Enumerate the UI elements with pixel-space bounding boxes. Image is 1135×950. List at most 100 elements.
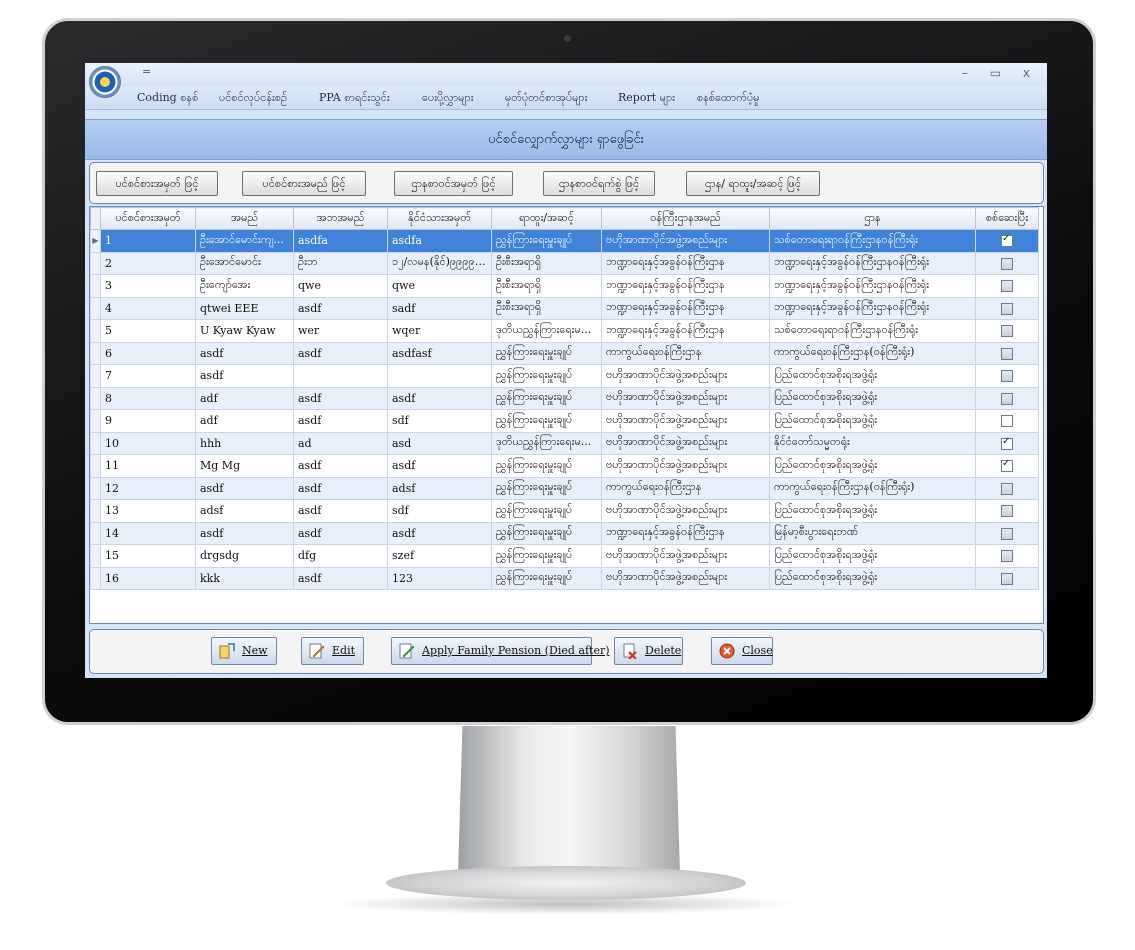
table-row[interactable]: 12 asdf asdf adsf ညွှန်ကြားရေးမှူးချုပ် ကာကွယ… [90,476,1039,500]
apply-family-pension-button[interactable]: Apply Family Pension (Died after) [391,637,610,665]
cell-rank[interactable]: ညွှန်ကြားရေးမှူးချုပ် [491,544,602,568]
cell-ministry[interactable]: ဗဟိုအာဏာပိုင်အဖွဲ့အစည်းများ [601,544,770,568]
cell-ministry[interactable]: ဗဟိုအာဏာပိုင်အဖွဲ့အစည်းများ [601,409,770,433]
cell-nrc[interactable]: szef [387,544,492,568]
applications-grid[interactable]: ပင်စင်စားအမှတ် အမည် အဘအမည် နိုင်ငံသားအမှ… [89,206,1044,624]
cell-father-name[interactable]: asdf [293,521,388,545]
cell-name[interactable]: ဦးအောင်မောင်းကျ... [195,229,294,253]
cell-name[interactable]: asdf [195,476,294,500]
checked-checkbox[interactable] [1001,280,1013,293]
cell-name[interactable]: U Kyaw Kyaw [195,319,294,343]
table-row[interactable]: 4 qtwei EEE asdf sadf ဦးစီးအရာရှိ ဘဏ္ဍာရေးနှင… [90,296,1039,320]
checked-checkbox[interactable] [1001,436,1013,450]
cell-pensioner-no[interactable]: 12 [100,476,196,500]
table-row[interactable]: 13 adsf asdf sdf ညွှန်ကြားရေးမှူးချုပ် ဗဟိုအာ… [90,499,1039,523]
menu-pension-process[interactable]: ပင်စင်လုပ်ငန်းစဉ် [219,91,287,107]
cell-pensioner-no[interactable]: 6 [100,341,196,365]
row-header[interactable] [90,409,101,433]
cell-pensioner-no[interactable]: 3 [100,274,196,298]
cell-name[interactable]: hhh [195,431,294,455]
cell-name[interactable]: drgsdg [195,544,294,568]
cell-nrc[interactable]: asdfa [387,229,492,253]
new-button[interactable]: New [211,637,277,665]
restore-button[interactable]: ▭ [990,66,1010,80]
cell-rank[interactable]: ညွှန်ကြားရေးမှူးချုပ် [491,341,602,365]
table-row[interactable]: 14 asdf asdf asdf ညွှန်ကြားရေးမှူးချုပ် ဘဏ္ဍာ… [90,521,1039,545]
cell-nrc[interactable]: adsf [387,476,492,500]
checked-checkbox[interactable] [1001,415,1013,428]
minimize-button[interactable]: – [962,66,977,80]
cell-name[interactable]: adf [195,386,294,410]
cell-ministry[interactable]: ဗဟိုအာဏာပိုင်အဖွဲ့အစည်းများ [601,229,770,253]
row-header[interactable] [90,454,101,478]
cell-rank[interactable]: ဒုတိယညွှန်ကြားရေးမ... [491,319,602,343]
checked-checkbox[interactable] [1001,527,1013,540]
cell-nrc[interactable]: asdf [387,454,492,478]
close-button[interactable]: Close [711,637,773,665]
cell-nrc[interactable]: sadf [387,296,492,320]
cell-rank[interactable]: ညွှန်ကြားရေးမှူးချုပ် [491,229,602,253]
table-row[interactable]: 3 ဦးကျော်အေး qwe qwe ဦးစီးအရာရှိ ဘဏ္ဍာရေးနှင့… [90,274,1039,298]
checked-checkbox[interactable] [1001,347,1013,360]
table-row[interactable]: 5U Kyaw Kyaw wer wqer ဒုတိယညွှန်ကြားရေးမ...… [90,319,1039,343]
row-header[interactable] [90,521,101,545]
cell-ministry[interactable]: ဗဟိုအာဏာပိုင်အဖွဲ့အစည်းများ [601,499,770,523]
col-header-department[interactable]: ဌာန [769,207,976,230]
checked-checkbox[interactable] [1001,257,1013,270]
cell-name[interactable]: Mg Mg [195,454,294,478]
col-header-checked[interactable]: စစ်ဆေးပြီး [975,207,1039,230]
cell-rank[interactable]: ဦးစီးအရာရှိ [491,296,602,320]
col-header-nrc[interactable]: နိုင်ငံသားအမှတ် [387,207,492,230]
cell-father-name[interactable]: qwe [293,274,388,298]
cell-pensioner-no[interactable]: 5 [100,319,196,343]
table-row[interactable]: 8 adf asdf asdf ညွှန်ကြားရေးမှူးချုပ် ဗဟိုအာဏ… [90,386,1039,410]
cell-pensioner-no[interactable]: 9 [100,409,196,433]
menu-reports[interactable]: Report များ [618,91,675,107]
checked-checkbox[interactable] [1001,482,1013,495]
cell-father-name[interactable]: asdfa [293,229,388,253]
table-row[interactable]: ▶ 1 ဦးအောင်မောင်းကျ... asdfa asdfa ညွှန်ကြားရ… [90,229,1039,253]
cell-ministry[interactable]: ဗဟိုအာဏာပိုင်အဖွဲ့အစည်းများ [601,431,770,455]
menu-coding-system[interactable]: Coding စနစ် [137,91,198,107]
cell-pensioner-no[interactable]: 8 [100,386,196,410]
cell-ministry[interactable]: ဘဏ္ဍာရေးနှင့်အခွန်ဝန်ကြီးဌာန [601,296,770,320]
cell-pensioner-no[interactable]: 15 [100,544,196,568]
cell-rank[interactable]: ဒုတိယညွှန်ကြားရေးမ... [491,431,602,455]
row-header[interactable] [90,476,101,500]
table-row[interactable]: 11 Mg Mg asdf asdf ညွှန်ကြားရေးမှူးချုပ် ဗဟို… [90,454,1039,478]
cell-nrc[interactable]: qwe [387,274,492,298]
cell-ministry[interactable]: ကာကွယ်ရေးဝန်ကြီးဌာန [601,341,770,365]
cell-name[interactable]: asdf [195,521,294,545]
cell-father-name[interactable]: dfg [293,544,388,568]
row-header[interactable] [90,319,101,343]
cell-rank[interactable]: ညွှန်ကြားရေးမှူးချုပ် [491,409,602,433]
quick-access-toolbar[interactable]: = [142,65,151,78]
cell-pensioner-no[interactable]: 13 [100,499,196,523]
checked-checkbox[interactable] [1001,370,1013,383]
search-by-pensioner-name-button[interactable]: ပင်စင်စားအမည် ဖြင့် [242,171,366,196]
search-by-dept-rank-button[interactable]: ဌာန/ ရာထူး/အဆင့် ဖြင့် [686,171,820,196]
cell-father-name[interactable]: asdf [293,341,388,365]
cell-department[interactable]: ပြည်ထောင်စုအစိုးရအဖွဲ့ရုံး [769,364,976,388]
cell-nrc[interactable]: sdf [387,499,492,523]
cell-ministry[interactable]: ဘဏ္ဍာရေးနှင့်အခွန်ဝန်ကြီးဌာန [601,251,770,275]
cell-department[interactable]: ကာကွယ်ရေးဝန်ကြီးဌာန(ဝန်ကြီးရုံး) [769,341,976,365]
cell-department[interactable]: သစ်တောရေးရာဝန်ကြီးဌာနဝန်ကြီးရုံး [769,229,976,253]
col-header-rank[interactable]: ရာထူး/အဆင့် [491,207,602,230]
checked-checkbox[interactable] [1001,505,1013,518]
cell-pensioner-no[interactable]: 1 [100,229,196,253]
cell-rank[interactable]: ညွှန်ကြားရေးမှူးချုပ် [491,566,602,590]
app-logo-icon[interactable] [89,66,121,98]
cell-pensioner-no[interactable]: 14 [100,521,196,545]
cell-father-name[interactable]: asdf [293,386,388,410]
search-by-dept-entry-date-button[interactable]: ဌာနစာဝင်ရက်စွဲ ဖြင့် [543,171,655,196]
current-row-indicator-icon[interactable]: ▶ [90,229,101,253]
cell-name[interactable]: ဦးကျော်အေး [195,274,294,298]
checked-checkbox[interactable] [1001,572,1013,585]
cell-pensioner-no[interactable]: 11 [100,454,196,478]
col-header-name[interactable]: အမည် [195,207,294,230]
menu-system-support[interactable]: စနစ်ထောက်ပံ့မှု [697,91,760,107]
cell-department[interactable]: ပြည်ထောင်စုအစိုးရအဖွဲ့ရုံး [769,499,976,523]
cell-rank[interactable]: ဦးစီးအရာရှိ [491,274,602,298]
checked-checkbox[interactable] [1001,458,1013,473]
